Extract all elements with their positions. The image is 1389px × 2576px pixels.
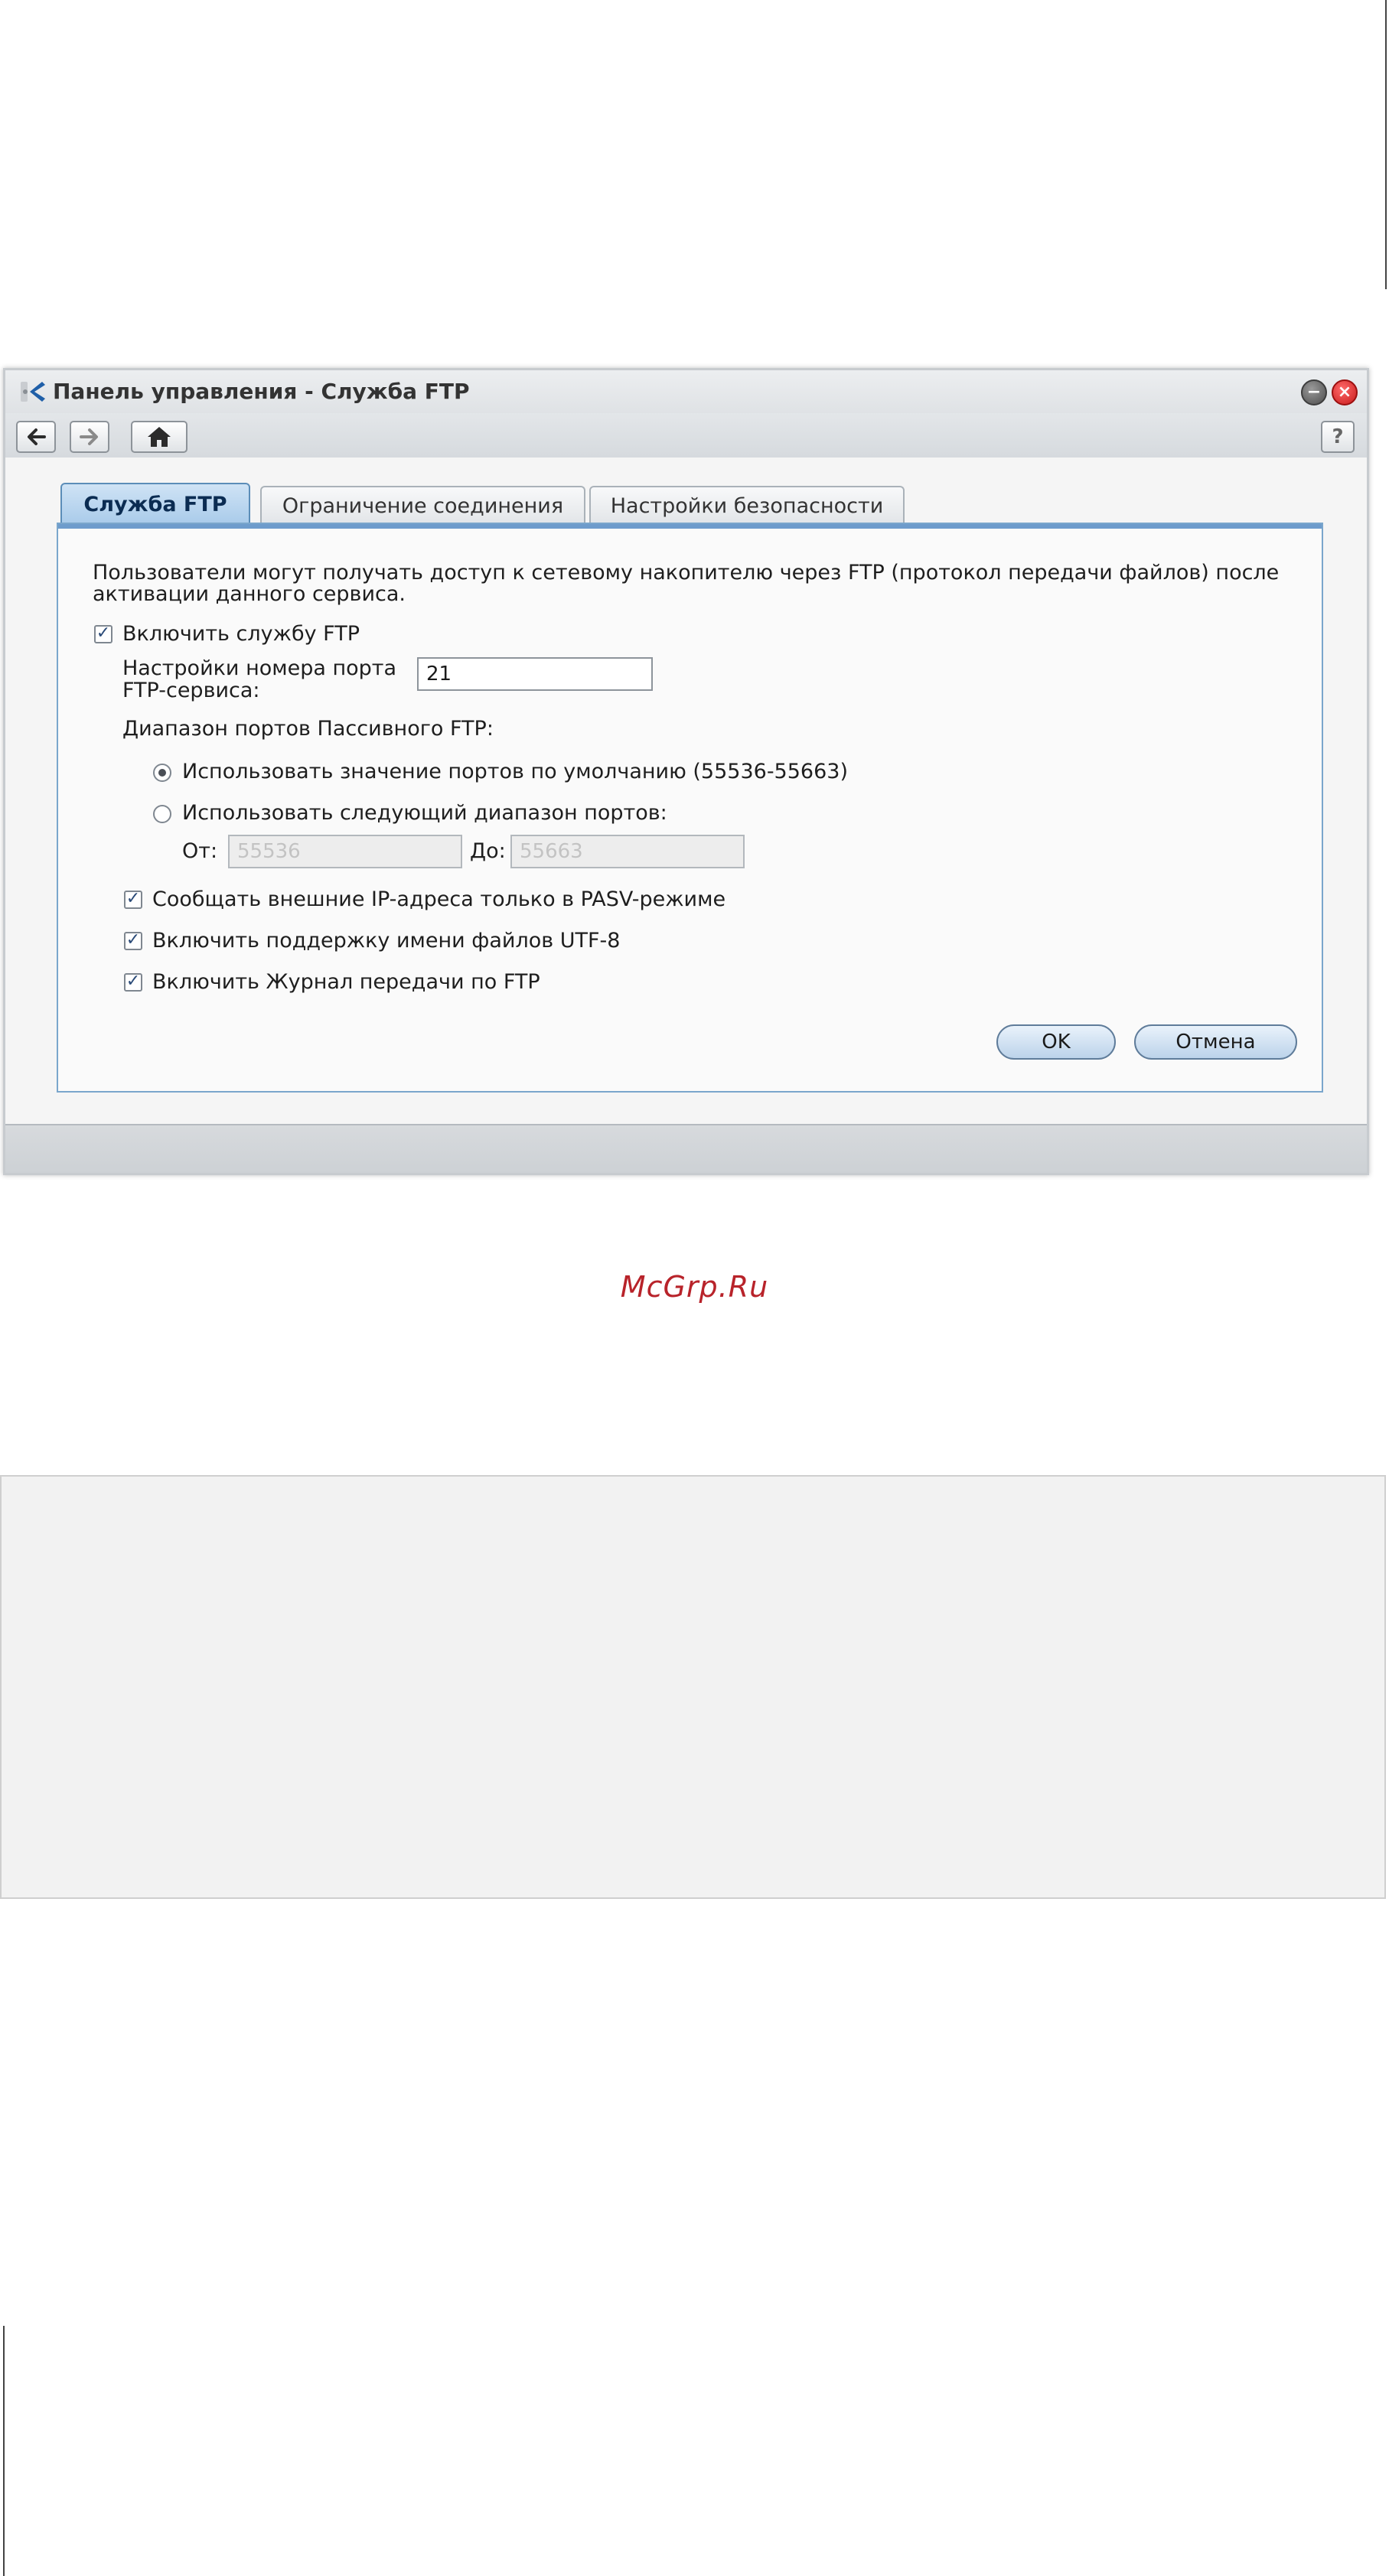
control-panel-window: Панель управления - Служба FTP − × ? Слу…: [3, 368, 1369, 1175]
window-title: Панель управления - Служба FTP: [53, 379, 470, 404]
pasv-external-ip-label: Сообщать внешние IP-адреса только в PASV…: [152, 887, 726, 911]
home-button[interactable]: [131, 421, 187, 453]
ftp-settings-panel: Пользователи могут получать доступ к сет…: [57, 523, 1323, 1093]
radio-custom-ports-label: Использовать следующий диапазон портов:: [182, 801, 667, 825]
page-edge-line-bottom: [3, 2326, 5, 2576]
close-button[interactable]: ×: [1332, 379, 1358, 405]
checkmark-icon: ✓: [96, 624, 111, 643]
checkmark-icon: ✓: [126, 889, 141, 908]
utf8-filenames-label: Включить поддержку имени файлов UTF-8: [152, 929, 621, 953]
radio-selected-dot: [158, 769, 166, 777]
minimize-button[interactable]: −: [1301, 379, 1327, 405]
back-button[interactable]: [16, 421, 56, 453]
port-label-line2: FTP-сервиса:: [122, 679, 260, 702]
radio-custom-ports[interactable]: [153, 805, 171, 823]
panel-top-accent: [58, 524, 1322, 529]
minimize-icon: −: [1306, 383, 1322, 402]
radio-default-ports[interactable]: [153, 764, 171, 782]
utf8-filenames-checkbox[interactable]: ✓: [124, 930, 142, 950]
port-number-input[interactable]: 21: [417, 657, 653, 691]
pasv-external-ip-checkbox[interactable]: ✓: [124, 889, 142, 909]
gray-placeholder-box: [0, 1475, 1386, 1899]
help-icon: ?: [1332, 425, 1344, 448]
passive-range-label: Диапазон портов Пассивного FTP:: [122, 717, 494, 741]
enable-ftp-checkbox[interactable]: ✓: [94, 624, 112, 643]
control-panel-app-icon: [21, 382, 45, 402]
to-label: До:: [470, 839, 506, 863]
watermark-text: McGrp.Ru: [620, 1270, 769, 1304]
port-label-line1: Настройки номера порта: [122, 656, 397, 680]
tab-security-settings[interactable]: Настройки безопасности: [589, 486, 905, 524]
enable-ftp-label: Включить службу FTP: [122, 622, 360, 646]
status-bar: [5, 1124, 1367, 1173]
tab-connection-limit[interactable]: Ограничение соединения: [260, 486, 585, 524]
toolbar: ?: [5, 413, 1367, 458]
arrow-right-icon: [80, 428, 98, 445]
from-label: От:: [182, 839, 218, 863]
content-area: Служба FTP Ограничение соединения Настро…: [5, 458, 1367, 1124]
close-icon: ×: [1337, 383, 1352, 402]
tab-ftp-service[interactable]: Служба FTP: [60, 483, 250, 524]
description-text-line2: активации данного сервиса.: [93, 582, 406, 606]
help-button[interactable]: ?: [1321, 421, 1355, 453]
to-port-input[interactable]: 55663: [510, 835, 745, 868]
ftp-transfer-log-label: Включить Журнал передачи по FTP: [152, 970, 540, 994]
from-port-input[interactable]: 55536: [228, 835, 462, 868]
radio-default-ports-label: Использовать значение портов по умолчани…: [182, 760, 848, 783]
title-bar[interactable]: Панель управления - Служба FTP − ×: [5, 370, 1367, 413]
page-edge-line-top: [1385, 0, 1387, 289]
arrow-left-icon: [28, 428, 46, 445]
home-icon: [148, 427, 171, 447]
checkmark-icon: ✓: [126, 972, 141, 991]
cancel-button[interactable]: Отмена: [1134, 1024, 1297, 1060]
forward-button[interactable]: [70, 421, 109, 453]
ok-button[interactable]: OK: [996, 1024, 1116, 1060]
checkmark-icon: ✓: [126, 930, 141, 949]
ftp-transfer-log-checkbox[interactable]: ✓: [124, 972, 142, 992]
